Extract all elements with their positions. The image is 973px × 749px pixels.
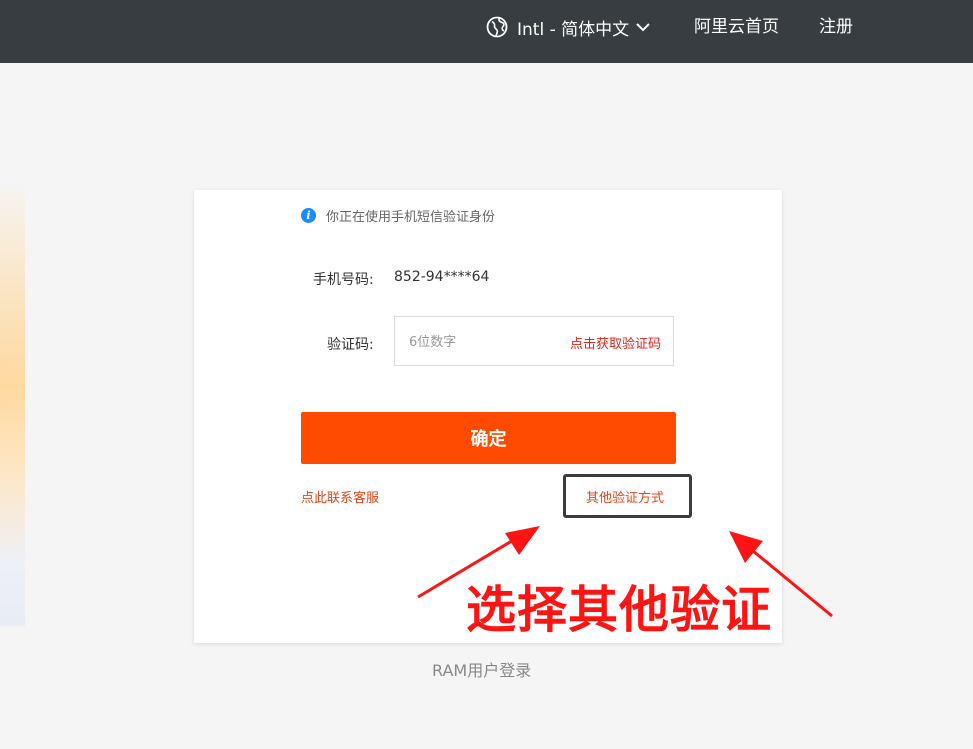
top-header: Intl - 简体中文 阿里云首页 注册 <box>0 0 973 63</box>
confirm-button[interactable]: 确定 <box>301 412 676 464</box>
aliyun-home-link[interactable]: 阿里云首页 <box>694 15 779 39</box>
language-label: Intl - 简体中文 <box>517 19 630 40</box>
info-notice: i 你正在使用手机短信验证身份 <box>301 206 495 225</box>
phone-value: 852-94****64 <box>394 269 490 285</box>
ram-user-login-link[interactable]: RAM用户登录 <box>432 657 531 681</box>
code-field-box: 点击获取验证码 <box>394 316 674 367</box>
sms-code-input[interactable] <box>407 317 551 367</box>
other-method-highlight: 其他验证方式 <box>563 474 692 518</box>
code-label: 验证码: <box>327 337 374 353</box>
chevron-down-icon <box>635 19 651 35</box>
globe-icon <box>486 16 508 38</box>
other-method-link[interactable]: 其他验证方式 <box>586 487 664 506</box>
contact-support-link[interactable]: 点此联系客服 <box>301 487 379 506</box>
annotation-label: 选择其他验证 <box>466 581 772 639</box>
info-text: 你正在使用手机短信验证身份 <box>326 210 496 225</box>
left-banner-image <box>0 190 25 626</box>
get-code-link[interactable]: 点击获取验证码 <box>570 333 661 352</box>
register-link[interactable]: 注册 <box>819 15 853 39</box>
language-selector[interactable]: Intl - 简体中文 <box>486 15 651 40</box>
phone-label: 手机号码: <box>313 272 374 288</box>
verification-card: i 你正在使用手机短信验证身份 手机号码: 852-94****64 验证码: … <box>194 190 782 643</box>
info-icon: i <box>301 208 316 223</box>
